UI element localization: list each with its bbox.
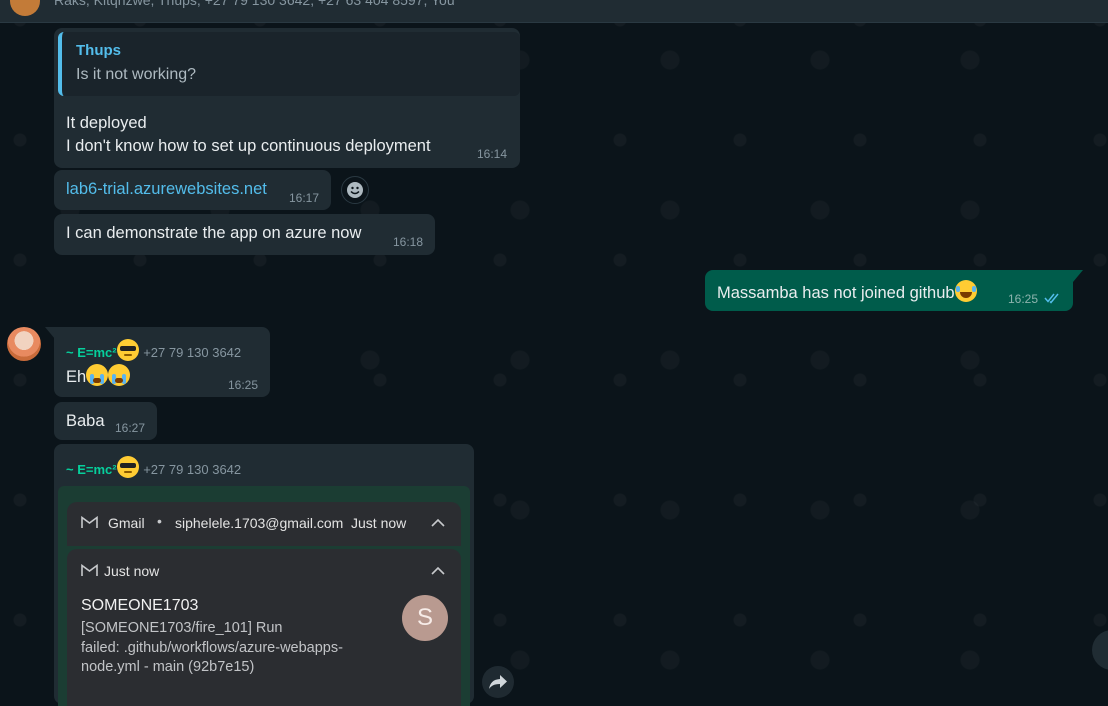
message-baba[interactable]: Baba 16:27 bbox=[54, 402, 157, 440]
crying-emoji bbox=[86, 364, 109, 386]
notification-app: Gmail bbox=[108, 515, 145, 531]
message-text: Eh bbox=[66, 368, 87, 386]
forward-icon bbox=[489, 675, 507, 689]
sender-name[interactable]: ~ E=mc² bbox=[66, 462, 117, 477]
bubble-tail bbox=[1073, 270, 1083, 282]
message-time: 16:18 bbox=[393, 235, 424, 249]
message-text: I don't know how to set up continuous de… bbox=[66, 137, 431, 155]
chat-header[interactable]: Raks, Kitqnzwe, Thups, +27 79 130 3642, … bbox=[0, 0, 1108, 23]
sender-phone: +27 79 130 3642 bbox=[143, 345, 242, 360]
image-attachment[interactable]: Gmail • siphelele.1703@gmail.com Just no… bbox=[58, 486, 470, 706]
message-text: Massamba has not joined github bbox=[717, 284, 955, 302]
read-ticks-icon bbox=[1044, 293, 1059, 304]
message-text: I can demonstrate the app on azure now bbox=[66, 224, 362, 242]
notification-header: Gmail • siphelele.1703@gmail.com Just no… bbox=[67, 502, 461, 546]
group-avatar[interactable] bbox=[10, 0, 40, 16]
notification-time: Just now bbox=[351, 515, 407, 531]
notification-subtime: Just now bbox=[104, 563, 160, 579]
sunglasses-emoji bbox=[116, 339, 139, 361]
forward-button[interactable] bbox=[482, 666, 514, 698]
chevron-up-icon bbox=[431, 518, 445, 527]
message-link[interactable]: lab6-trial.azurewebsites.net 16:17 bbox=[54, 170, 331, 210]
notification-line: [SOMEONE1703/fire_101] Run bbox=[81, 620, 283, 636]
message-time: 16:25 bbox=[1008, 292, 1039, 306]
message-text: Baba bbox=[66, 412, 105, 430]
message-time: 16:17 bbox=[289, 191, 320, 205]
notification-body: Just now SOMEONE1703 [SOMEONE1703/fire_1… bbox=[67, 549, 461, 706]
sender-name[interactable]: ~ E=mc² bbox=[66, 345, 117, 360]
notification-title: SOMEONE1703 bbox=[81, 597, 199, 614]
message-time: 16:14 bbox=[477, 147, 508, 161]
message-eh[interactable]: ~ E=mc² +27 79 130 3642 Eh 16:25 bbox=[54, 327, 270, 397]
notification-avatar: S bbox=[402, 595, 448, 641]
gmail-icon bbox=[81, 516, 98, 528]
sender-avatar[interactable] bbox=[7, 327, 41, 361]
gmail-icon bbox=[81, 564, 98, 576]
sunglasses-emoji bbox=[116, 456, 139, 478]
chevron-up-icon bbox=[431, 566, 445, 575]
quoted-message[interactable]: Thups Is it not working? bbox=[58, 32, 520, 96]
quoted-sender: Thups bbox=[76, 42, 121, 59]
notification-account: siphelele.1703@gmail.com bbox=[175, 515, 344, 531]
group-members: Raks, Kitqnzwe, Thups, +27 79 130 3642, … bbox=[54, 0, 455, 8]
message-time: 16:25 bbox=[228, 378, 259, 392]
message-reply-deployed[interactable]: Thups Is it not working? It deployed I d… bbox=[54, 28, 520, 168]
message-image[interactable]: ~ E=mc² +27 79 130 3642 Gmail • siphelel… bbox=[54, 444, 474, 706]
react-button[interactable] bbox=[341, 176, 369, 204]
sender-phone: +27 79 130 3642 bbox=[143, 462, 242, 477]
message-link-url[interactable]: lab6-trial.azurewebsites.net bbox=[66, 180, 267, 199]
crying-emoji bbox=[108, 364, 131, 386]
message-time: 16:27 bbox=[115, 421, 146, 435]
tears-of-joy-emoji bbox=[954, 280, 977, 302]
message-demonstrate[interactable]: I can demonstrate the app on azure now 1… bbox=[54, 214, 435, 255]
notification-line: node.yml - main (92b7e15) bbox=[81, 659, 255, 675]
quoted-text: Is it not working? bbox=[76, 66, 197, 83]
message-outgoing-massamba[interactable]: Massamba has not joined github 16:25 bbox=[705, 270, 1073, 311]
message-text: It deployed bbox=[66, 114, 147, 132]
notification-line: failed: .github/workflows/azure-webapps- bbox=[81, 639, 343, 656]
smiley-icon bbox=[347, 182, 363, 198]
